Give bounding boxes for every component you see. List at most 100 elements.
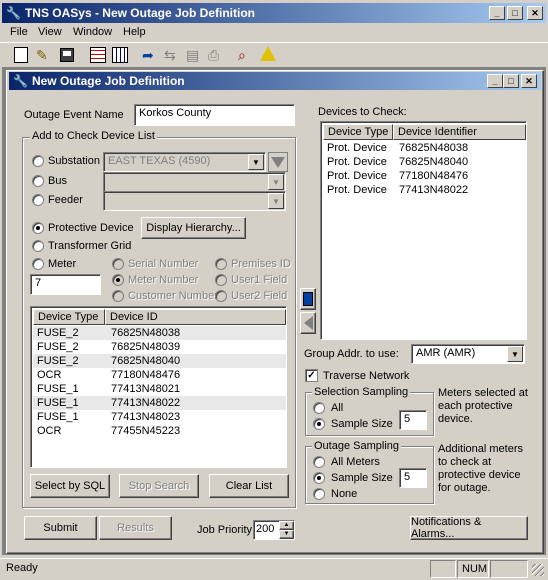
bus-label: Bus <box>48 175 67 187</box>
display-hierarchy-button[interactable]: Display Hierarchy... <box>141 217 246 239</box>
filter-icon[interactable] <box>268 152 288 172</box>
transfer-icon <box>303 292 313 306</box>
group-addr-dropdown-arrow[interactable]: ▼ <box>507 346 523 362</box>
table-row[interactable]: FUSE_2 76825N48038 <box>33 326 286 340</box>
meter-number-radio[interactable] <box>112 274 124 286</box>
print-icon[interactable]: ⎙ <box>208 47 224 63</box>
substation-label: Substation <box>48 155 100 167</box>
substation-radio[interactable] <box>32 155 44 167</box>
group-addr-label: Group Addr. to use: <box>304 348 399 360</box>
bus-radio[interactable] <box>32 175 44 187</box>
grid-icon[interactable] <box>90 47 106 63</box>
bus-dropdown[interactable] <box>103 172 286 192</box>
find-icon[interactable]: ⌕ <box>238 47 254 63</box>
premises-id-radio[interactable] <box>215 258 227 270</box>
device-id-cell: 76825N48038 <box>111 327 181 339</box>
child-maximize-button[interactable]: □ <box>503 74 519 88</box>
selection-sampling-label: Selection Sampling <box>312 386 411 398</box>
sel-all-radio[interactable] <box>313 402 325 414</box>
device-list[interactable]: Device Type Device ID FUSE_2 76825N48038 F… <box>30 306 287 468</box>
table-row[interactable]: FUSE_1 77413N48022 <box>33 396 286 410</box>
feeder-dropdown-arrow[interactable]: ▼ <box>268 193 284 209</box>
protective-device-radio[interactable] <box>32 222 44 234</box>
sel-all-label: All <box>331 402 344 414</box>
open-icon[interactable]: ✎ <box>36 47 52 63</box>
job-priority-label: Job Priority <box>197 524 253 536</box>
table-row[interactable]: FUSE_1 77413N48021 <box>33 382 286 396</box>
child-title-bar: 🔧 New Outage Job Definition <box>9 72 541 90</box>
device-list-header-type[interactable]: Device Type <box>33 309 105 325</box>
clear-list-button[interactable]: Clear List <box>209 474 289 498</box>
add-to-check-button[interactable] <box>300 288 316 310</box>
child-close-button[interactable]: ✕ <box>521 74 537 88</box>
maximize-button[interactable]: □ <box>507 6 523 20</box>
results-button[interactable]: Results <box>99 516 172 540</box>
select-by-sql-button[interactable]: Select by SQL <box>30 474 110 498</box>
feeder-radio[interactable] <box>32 194 44 206</box>
check-type-cell: Prot. Device <box>327 156 387 168</box>
user2-field-label: User2 Field <box>231 290 288 302</box>
substation-dropdown[interactable]: EAST TEXAS (4590) <box>103 152 266 172</box>
user1-field-radio[interactable] <box>215 274 227 286</box>
devices-to-check-list[interactable]: Device Type Device Identifier Prot. Devi… <box>320 121 527 340</box>
job-priority-spinner[interactable]: ▲ ▼ <box>279 521 294 539</box>
meter-radio[interactable] <box>32 258 44 270</box>
spin-up-icon[interactable]: ▲ <box>279 521 294 530</box>
device-id-cell: 77180N48476 <box>111 369 181 381</box>
out-all-meters-radio[interactable] <box>313 456 325 468</box>
user2-field-radio[interactable] <box>215 290 227 302</box>
menu-view[interactable]: View <box>38 26 62 38</box>
export-icon[interactable]: ➦ <box>142 47 158 63</box>
notifications-alarms-button[interactable]: Notifications & Alarms... <box>410 516 528 540</box>
preview-icon[interactable]: ▤ <box>186 47 202 63</box>
device-id-cell: 77455N45223 <box>111 425 181 437</box>
status-text: Ready <box>6 562 38 574</box>
close-button[interactable]: ✕ <box>527 6 543 20</box>
check-row[interactable]: Prot. Device 76825N48040 <box>323 155 526 169</box>
import-icon[interactable]: ⇆ <box>164 47 180 63</box>
transformer-grid-radio[interactable] <box>32 240 44 252</box>
grid2-icon[interactable] <box>112 47 128 63</box>
stop-search-button[interactable]: Stop Search <box>119 474 199 498</box>
check-row[interactable]: Prot. Device 77413N48022 <box>323 183 526 197</box>
alert-icon[interactable] <box>260 46 276 61</box>
table-row[interactable]: FUSE_2 76825N48040 <box>33 354 286 368</box>
out-sample-size-radio[interactable] <box>313 472 325 484</box>
feeder-dropdown[interactable] <box>103 191 286 211</box>
serial-number-radio[interactable] <box>112 258 124 270</box>
check-header-id[interactable]: Device Identifier <box>393 124 526 140</box>
minimize-button[interactable]: _ <box>489 6 505 20</box>
check-row[interactable]: Prot. Device 76825N48038 <box>323 141 526 155</box>
submit-button[interactable]: Submit <box>24 516 97 540</box>
new-icon[interactable] <box>14 47 28 63</box>
out-none-radio[interactable] <box>313 488 325 500</box>
substation-dropdown-arrow[interactable]: ▼ <box>248 154 264 170</box>
table-row[interactable]: FUSE_2 76825N48039 <box>33 340 286 354</box>
check-header-type[interactable]: Device Type <box>323 124 393 140</box>
save-icon[interactable] <box>60 48 74 62</box>
device-list-header-id[interactable]: Device ID <box>105 309 286 325</box>
check-type-cell: Prot. Device <box>327 184 387 196</box>
remove-from-check-button[interactable] <box>300 312 316 334</box>
table-row[interactable]: FUSE_1 77413N48023 <box>33 410 286 424</box>
table-row[interactable]: OCR 77180N48476 <box>33 368 286 382</box>
menu-window[interactable]: Window <box>73 26 112 38</box>
menu-help[interactable]: Help <box>123 26 146 38</box>
check-row[interactable]: Prot. Device 77180N48476 <box>323 169 526 183</box>
resize-grip-icon[interactable] <box>532 564 544 576</box>
menu-file[interactable]: File <box>10 26 28 38</box>
out-sample-size-field[interactable]: 5 <box>399 468 427 488</box>
customer-number-radio[interactable] <box>112 290 124 302</box>
meter-value-field[interactable]: 7 <box>30 274 101 295</box>
status-num: NUM <box>457 560 489 578</box>
spin-down-icon[interactable]: ▼ <box>279 530 294 539</box>
premises-id-label: Premises ID <box>231 258 291 270</box>
child-minimize-button[interactable]: _ <box>487 74 503 88</box>
traverse-network-checkbox[interactable]: ✓ <box>305 369 318 382</box>
bus-dropdown-arrow[interactable]: ▼ <box>268 174 284 190</box>
table-row[interactable]: OCR 77455N45223 <box>33 424 286 438</box>
event-name-field[interactable]: Korkos County <box>134 104 295 126</box>
device-type-cell: FUSE_2 <box>37 355 79 367</box>
sel-sample-size-radio[interactable] <box>313 418 325 430</box>
sel-sample-size-field[interactable]: 5 <box>399 410 427 430</box>
